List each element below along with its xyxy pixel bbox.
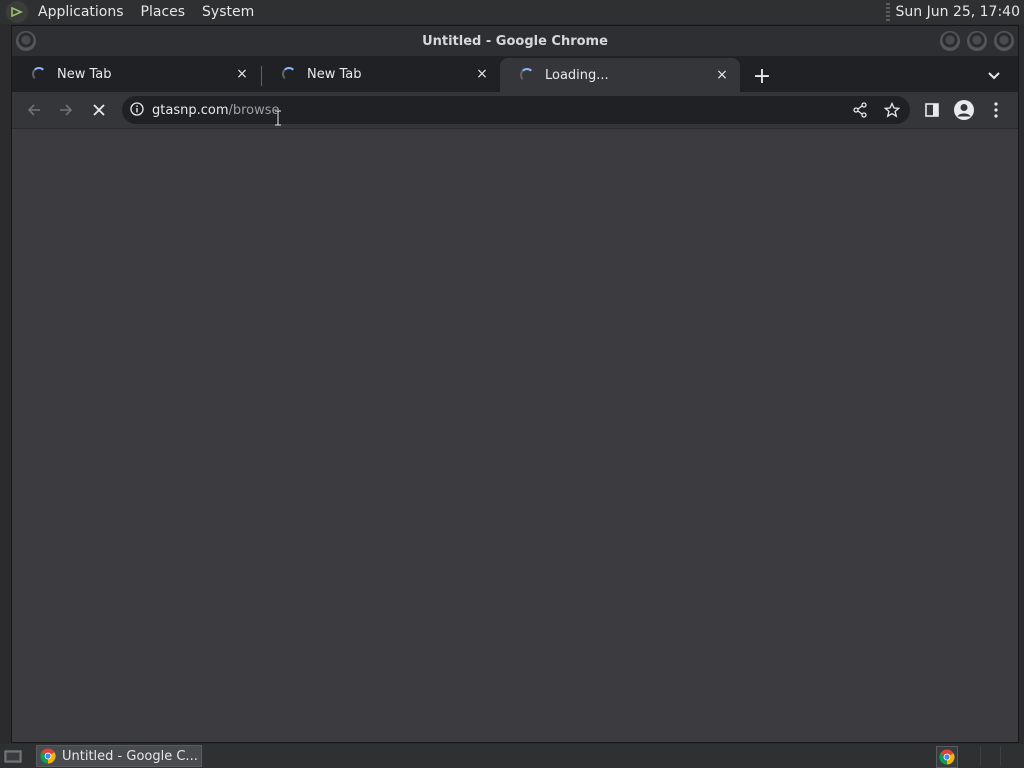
workspace-1[interactable] — [980, 746, 1000, 766]
bookmark-star-icon[interactable] — [878, 96, 906, 124]
new-tab-button[interactable]: + — [750, 64, 774, 89]
chrome-window: Untitled - Google Chrome New Tab × New T… — [11, 25, 1019, 743]
task-title: Untitled - Google C... — [62, 748, 198, 764]
tab-search-icon[interactable] — [982, 64, 1006, 88]
close-window-icon[interactable] — [994, 31, 1014, 51]
tab-title: New Tab — [307, 66, 362, 82]
show-desktop-icon[interactable] — [2, 745, 24, 767]
window-title: Untitled - Google Chrome — [422, 33, 608, 49]
top-panel: Applications Places System Sun Jun 25, 1… — [0, 0, 1024, 24]
places-menu[interactable]: Places — [137, 4, 190, 20]
loading-spinner-icon — [32, 67, 46, 81]
url-text[interactable]: gtasnp.com/browse — [152, 103, 280, 118]
close-tab-icon[interactable]: × — [474, 66, 490, 82]
text-cursor-icon — [274, 109, 282, 127]
site-info-icon[interactable] — [130, 101, 144, 120]
clock[interactable]: Sun Jun 25, 17:40 — [896, 4, 1020, 20]
close-tab-icon[interactable]: × — [714, 67, 730, 83]
url-host: gtasnp.com — [152, 102, 229, 118]
mate-logo-icon[interactable] — [6, 1, 28, 23]
chrome-icon — [40, 748, 56, 764]
tab-1[interactable]: New Tab × — [12, 58, 260, 90]
taskbar-chrome-window[interactable]: Untitled - Google C... — [36, 745, 202, 767]
more-menu-icon[interactable] — [982, 96, 1010, 124]
forward-icon[interactable] — [52, 96, 80, 124]
tab-strip: New Tab × New Tab × Loading... × + — [12, 56, 1018, 92]
side-panel-icon[interactable] — [918, 96, 946, 124]
applications-menu[interactable]: Applications — [34, 4, 128, 20]
close-tab-icon[interactable]: × — [234, 66, 250, 82]
window-menu-icon[interactable] — [16, 31, 36, 51]
browser-toolbar: gtasnp.com/browse — [12, 92, 1018, 128]
minimize-icon[interactable] — [940, 31, 960, 51]
system-menu[interactable]: System — [198, 4, 258, 20]
tab-title: New Tab — [57, 66, 112, 82]
profile-avatar-icon[interactable] — [950, 96, 978, 124]
address-bar[interactable]: gtasnp.com/browse — [122, 96, 910, 124]
maximize-icon[interactable] — [967, 31, 987, 51]
page-content[interactable] — [12, 128, 1018, 742]
panel-handle — [885, 3, 890, 21]
loading-spinner-icon — [282, 67, 296, 81]
share-icon[interactable] — [846, 96, 874, 124]
workspace-2[interactable] — [1000, 746, 1020, 766]
tab-title: Loading... — [545, 67, 609, 83]
tab-2[interactable]: New Tab × — [262, 58, 500, 90]
chrome-tray-icon[interactable] — [936, 746, 958, 768]
tab-3-active[interactable]: Loading... × — [500, 58, 740, 92]
stop-loading-icon[interactable] — [85, 96, 113, 124]
workspace-switcher[interactable] — [980, 746, 1020, 766]
bottom-panel: Untitled - Google C... — [0, 744, 1024, 768]
window-titlebar[interactable]: Untitled - Google Chrome — [12, 26, 1018, 56]
url-path: /browse — [228, 102, 280, 118]
back-icon[interactable] — [20, 96, 48, 124]
loading-spinner-icon — [520, 68, 534, 82]
